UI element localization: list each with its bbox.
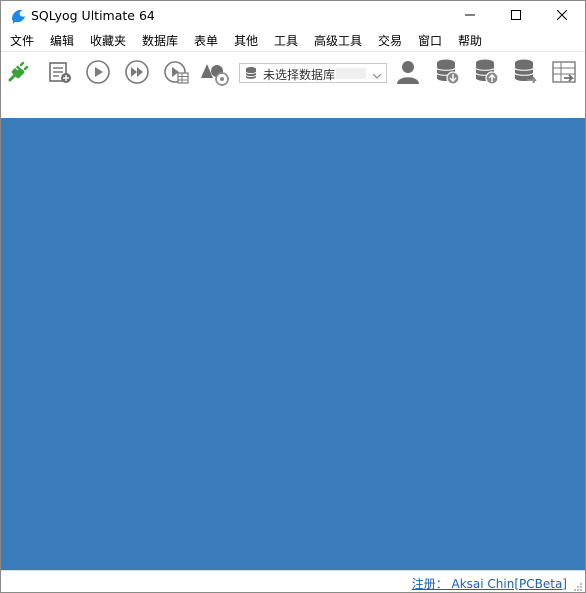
new-connection-icon xyxy=(5,59,31,88)
execute-all-icon xyxy=(124,59,150,88)
database-select-shade xyxy=(336,68,366,79)
close-icon xyxy=(556,9,568,23)
menu-favorites[interactable]: 收藏夹 xyxy=(89,33,127,49)
database-select[interactable]: 未选择数据库 xyxy=(239,63,387,83)
toolbar: 未选择数据库 xyxy=(1,52,585,118)
user-manager-icon xyxy=(395,59,421,88)
new-connection-button[interactable] xyxy=(3,57,33,89)
execute-all-button[interactable] xyxy=(122,57,152,89)
backup-database-button[interactable] xyxy=(433,57,463,89)
menu-file[interactable]: 文件 xyxy=(9,33,35,49)
chevron-down-icon xyxy=(372,69,382,79)
execute-query-icon xyxy=(85,59,111,88)
execute-edit-results-icon xyxy=(163,59,189,88)
menu-database[interactable]: 数据库 xyxy=(141,33,179,49)
registration-link[interactable]: 注册： Aksai Chin[PCBeta] xyxy=(412,575,567,592)
title-bar[interactable]: SQLyog Ultimate 64 xyxy=(1,1,585,31)
sqlyog-dolphin-icon xyxy=(9,7,27,25)
menu-bar: 文件 编辑 收藏夹 数据库 表单 其他 工具 高级工具 交易 窗口 帮助 xyxy=(1,31,585,52)
database-select-value: 未选择数据库 xyxy=(263,68,336,82)
restore-database-icon xyxy=(474,58,500,89)
import-external-data-icon xyxy=(550,58,578,89)
menu-window[interactable]: 窗口 xyxy=(417,33,443,49)
menu-power-tools[interactable]: 高级工具 xyxy=(313,33,363,49)
menu-others[interactable]: 其他 xyxy=(233,33,259,49)
execute-edit-results-button[interactable] xyxy=(161,57,191,89)
restore-database-button[interactable] xyxy=(472,57,502,89)
copy-database-icon xyxy=(513,58,539,89)
window-title: SQLyog Ultimate 64 xyxy=(31,8,155,23)
execute-query-button[interactable] xyxy=(83,57,113,89)
minimize-button[interactable] xyxy=(447,1,493,31)
import-external-data-button[interactable] xyxy=(549,57,579,89)
app-window: SQLyog Ultimate 64 文件 编辑 收藏夹 数据库 表单 其他 工… xyxy=(0,0,586,593)
minimize-icon xyxy=(465,9,475,23)
new-query-icon xyxy=(47,59,73,88)
menu-help[interactable]: 帮助 xyxy=(457,33,483,49)
menu-tools[interactable]: 工具 xyxy=(273,33,299,49)
new-query-button[interactable] xyxy=(45,57,75,89)
close-button[interactable] xyxy=(539,1,585,31)
menu-edit[interactable]: 编辑 xyxy=(49,33,75,49)
schema-designer-button[interactable] xyxy=(200,57,230,89)
status-bar: 注册： Aksai Chin[PCBeta] xyxy=(1,570,585,592)
menu-table[interactable]: 表单 xyxy=(193,33,219,49)
user-manager-button[interactable] xyxy=(393,57,423,89)
menu-transaction[interactable]: 交易 xyxy=(377,33,403,49)
database-icon xyxy=(244,66,258,80)
maximize-button[interactable] xyxy=(493,1,539,31)
copy-database-button[interactable] xyxy=(511,57,541,89)
resize-grip-icon[interactable] xyxy=(573,581,583,591)
backup-database-icon xyxy=(435,58,461,89)
schema-designer-icon xyxy=(199,58,231,89)
maximize-icon xyxy=(511,9,521,23)
mdi-workspace[interactable] xyxy=(1,118,585,570)
